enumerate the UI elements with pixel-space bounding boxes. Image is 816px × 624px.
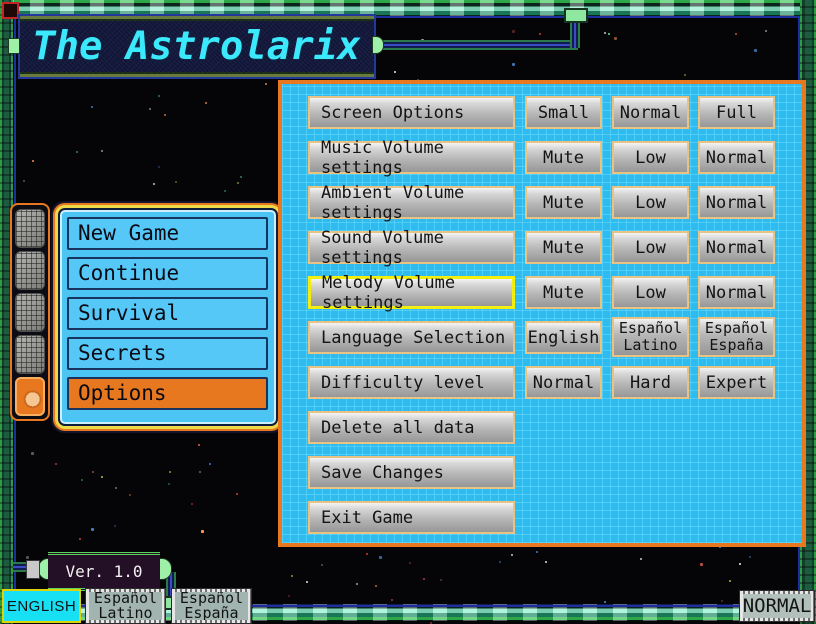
options-row-ambient: Ambient Volume settings Mute Low Normal — [282, 186, 802, 220]
version-text: Ver. 1.0 — [65, 562, 142, 581]
version-plug — [26, 560, 40, 579]
option-choice-small[interactable]: Small — [525, 96, 602, 129]
option-choice-normal[interactable]: Normal — [698, 186, 775, 219]
option-choice-normal[interactable]: Normal — [698, 141, 775, 174]
option-choice-low[interactable]: Low — [612, 231, 689, 264]
option-choice-normal[interactable]: Normal — [698, 231, 775, 264]
options-row-save: Save Changes — [282, 456, 802, 490]
option-choice-mute[interactable]: Mute — [525, 141, 602, 174]
circuit-junction-top — [564, 8, 588, 23]
option-choice-normal[interactable]: Normal — [525, 366, 602, 399]
language-current-button[interactable]: ENGLISH — [2, 589, 81, 623]
option-choice-hard[interactable]: Hard — [612, 366, 689, 399]
options-selected-icon — [15, 377, 45, 416]
option-choice-low[interactable]: Low — [612, 276, 689, 309]
option-label-sound[interactable]: Sound Volume settings — [308, 231, 515, 264]
options-row-melody: Melody Volume settings Mute Low Normal — [282, 276, 802, 310]
main-menu-panel: New Game Continue Survival Secrets Optio… — [60, 210, 276, 424]
options-row-language: Language Selection English Español Latin… — [282, 321, 802, 355]
option-label-ambient[interactable]: Ambient Volume settings — [308, 186, 515, 219]
menu-item-new-game[interactable]: New Game — [67, 217, 268, 250]
option-choice-full[interactable]: Full — [698, 96, 775, 129]
delete-all-data-button[interactable]: Delete all data — [308, 411, 515, 444]
maze-icon — [15, 209, 45, 248]
option-choice-low[interactable]: Low — [612, 186, 689, 219]
exit-game-button[interactable]: Exit Game — [308, 501, 515, 534]
options-row-screen: Screen Options Small Normal Full — [282, 96, 802, 130]
option-label-difficulty[interactable]: Difficulty level — [308, 366, 515, 399]
options-panel: Screen Options Small Normal Full Music V… — [278, 80, 806, 547]
menu-item-survival[interactable]: Survival — [67, 297, 268, 330]
menu-item-continue[interactable]: Continue — [67, 257, 268, 290]
maze-icon — [15, 335, 45, 374]
option-choice-expert[interactable]: Expert — [698, 366, 775, 399]
option-choice-espanol-latino[interactable]: Español Latino — [612, 317, 689, 357]
version-badge: Ver. 1.0 — [48, 552, 160, 591]
maze-icon — [15, 251, 45, 290]
option-choice-english[interactable]: English — [525, 321, 602, 354]
maze-icon — [15, 293, 45, 332]
corner-chip — [2, 2, 19, 19]
menu-item-secrets[interactable]: Secrets — [67, 337, 268, 370]
options-row-difficulty: Difficulty level Normal Hard Expert — [282, 366, 802, 400]
option-choice-mute[interactable]: Mute — [525, 231, 602, 264]
option-choice-mute[interactable]: Mute — [525, 186, 602, 219]
menu-icon-column — [10, 203, 50, 421]
game-title: The Astrolarix — [20, 24, 361, 69]
language-espanol-espana-button[interactable]: Español España — [172, 589, 251, 623]
option-choice-normal[interactable]: Normal — [698, 276, 775, 309]
title-panel: The Astrolarix — [18, 14, 376, 79]
option-label-language[interactable]: Language Selection — [308, 321, 515, 354]
option-choice-espanol-espana[interactable]: Español España — [698, 317, 775, 357]
option-label-melody-highlighted[interactable]: Melody Volume settings — [308, 276, 515, 309]
option-choice-low[interactable]: Low — [612, 141, 689, 174]
language-espanol-latino-button[interactable]: Español Latino — [86, 589, 165, 623]
menu-item-options[interactable]: Options — [67, 377, 268, 410]
option-choice-mute[interactable]: Mute — [525, 276, 602, 309]
circuit-trace-title — [382, 40, 578, 50]
options-row-music: Music Volume settings Mute Low Normal — [282, 141, 802, 175]
save-changes-button[interactable]: Save Changes — [308, 456, 515, 489]
options-row-delete: Delete all data — [282, 411, 802, 445]
title-connector-left — [8, 38, 20, 54]
option-label-screen[interactable]: Screen Options — [308, 96, 515, 129]
difficulty-current-button[interactable]: NORMAL — [740, 591, 814, 621]
options-row-sound: Sound Volume settings Mute Low Normal — [282, 231, 802, 265]
option-label-music[interactable]: Music Volume settings — [308, 141, 515, 174]
options-row-exit: Exit Game — [282, 501, 802, 535]
option-choice-normal[interactable]: Normal — [612, 96, 689, 129]
